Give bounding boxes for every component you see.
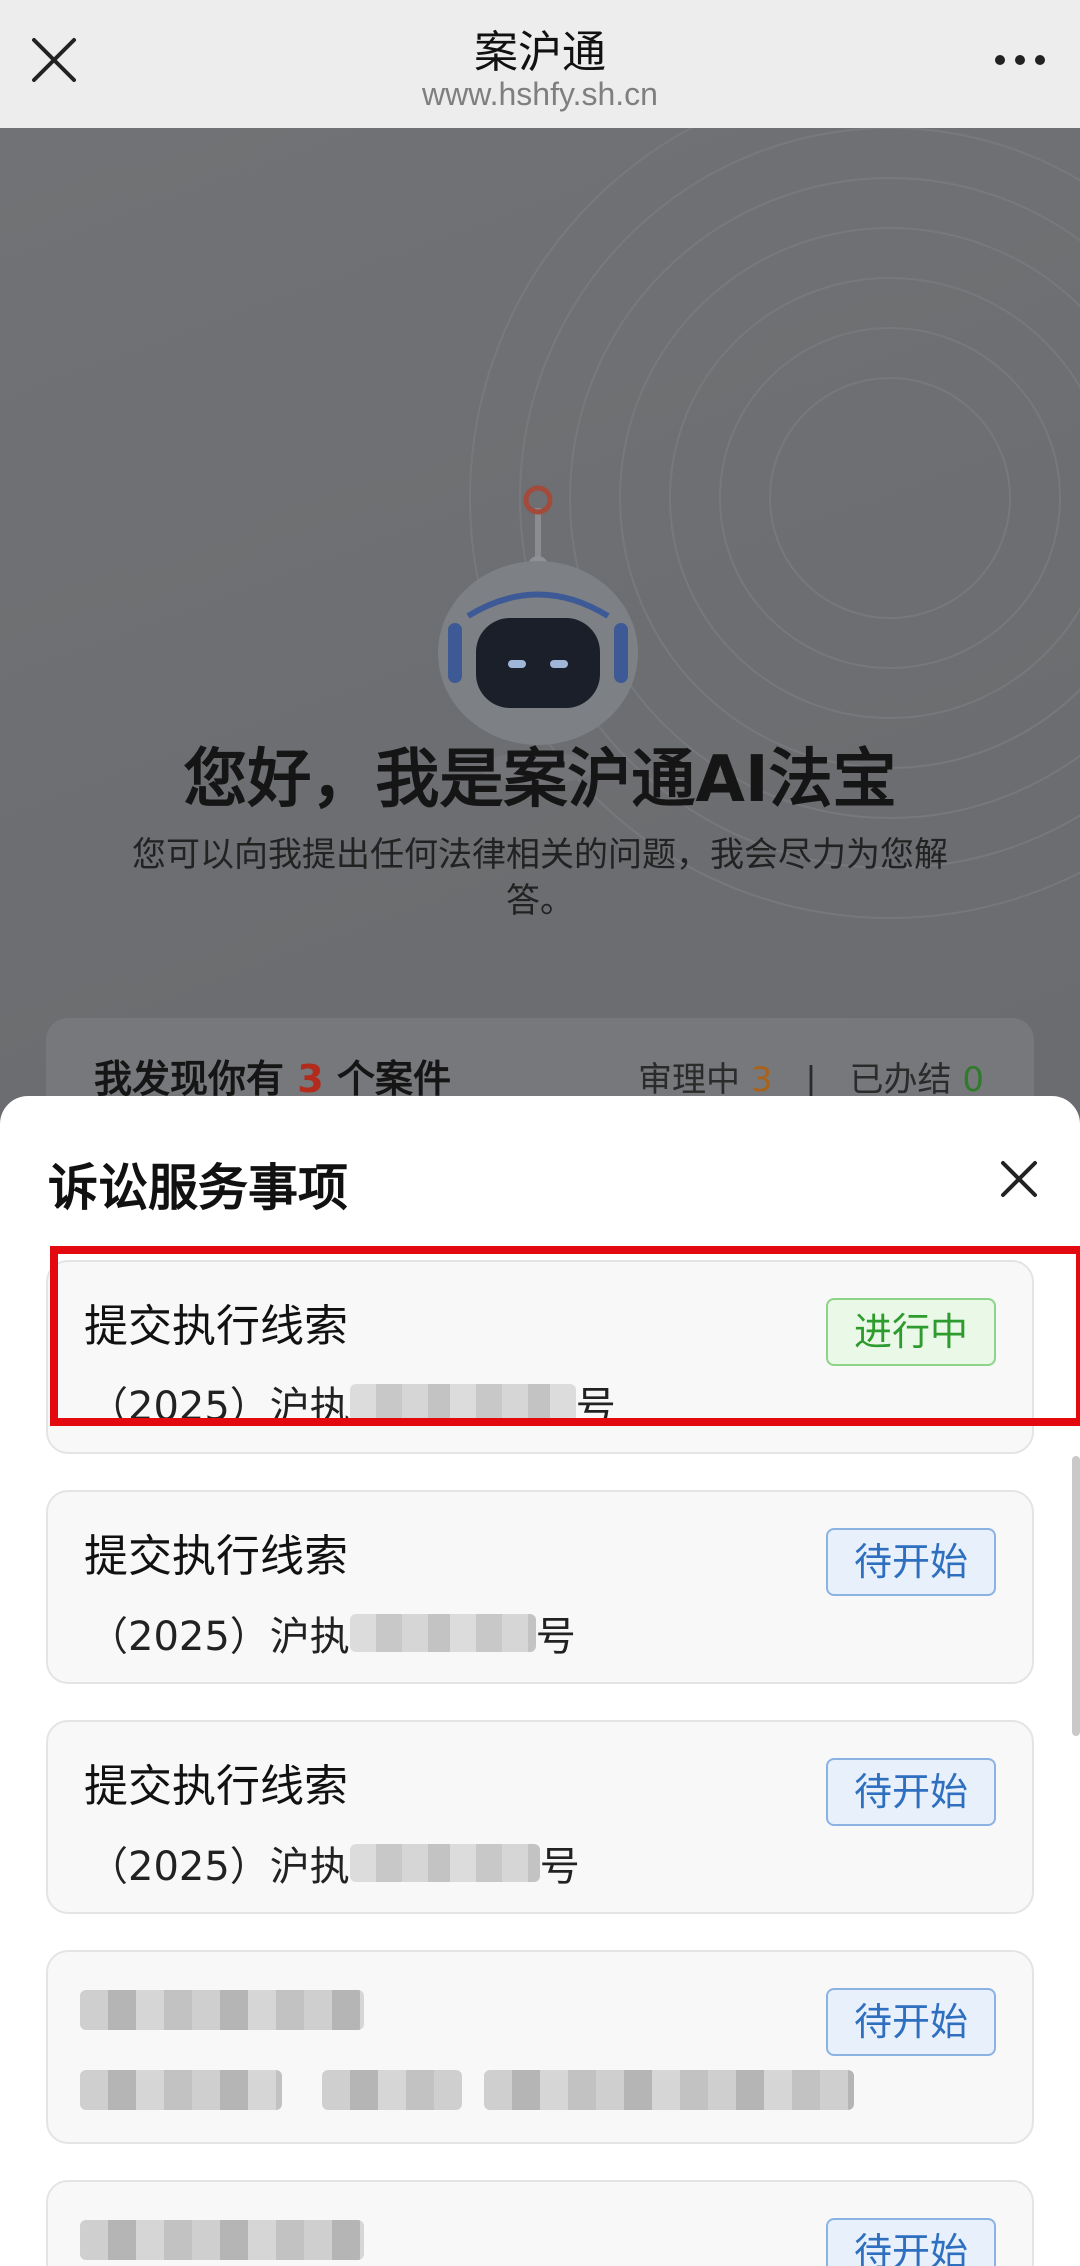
case-count-prefix: 我发现你有: [94, 1057, 285, 1101]
case-number-suffix: 号: [539, 1844, 580, 1890]
redacted-case-number: [349, 1384, 576, 1422]
redacted-service-name: [80, 1990, 364, 2030]
case-number: （2025）沪执 号: [88, 1374, 616, 1432]
service-item-card[interactable]: 待开始: [46, 1950, 1034, 2144]
case-number-prefix: （2025）沪执: [88, 1844, 350, 1890]
reviewing-label: 审理中: [638, 1060, 740, 1100]
page-url: www.hshfy.sh.cn: [422, 76, 658, 112]
redacted-case-number: [484, 2070, 854, 2110]
case-count-suffix: 个案件: [336, 1057, 451, 1101]
greeting-description: 您可以向我提出任何法律相关的问题，我会尽力为您解答。: [132, 835, 948, 921]
reviewing-count: 3: [750, 1060, 773, 1100]
service-item-name: 提交执行线索: [84, 1301, 348, 1352]
page-title: 案沪通: [474, 27, 606, 78]
case-number-suffix: 号: [535, 1614, 576, 1660]
greeting-heading: 您好，我是案沪通AI法宝: [183, 743, 897, 817]
redacted-case-number: [80, 2070, 282, 2110]
case-number: （2025）沪执 号: [88, 1834, 580, 1892]
case-number-suffix: 号: [575, 1384, 616, 1430]
service-item-name: 提交执行线索: [84, 1531, 348, 1582]
status-badge: 进行中: [826, 1298, 996, 1366]
service-item-card[interactable]: 提交执行线索 （2025）沪执 号 待开始: [46, 1490, 1034, 1684]
service-item-card[interactable]: 提交执行线索 （2025）沪执 号 进行中: [46, 1260, 1034, 1454]
service-item-card[interactable]: 待开始: [46, 2180, 1034, 2266]
redacted-service-name: [80, 2220, 364, 2260]
status-badge: 待开始: [826, 1758, 996, 1826]
sheet-title: 诉讼服务事项: [48, 1159, 348, 1217]
top-bar: 案沪通 www.hshfy.sh.cn: [0, 0, 1080, 128]
service-item-name: 提交执行线索: [84, 1761, 348, 1812]
more-icon[interactable]: [990, 48, 1050, 72]
case-count: 3: [297, 1057, 324, 1101]
redacted-case-number: [349, 1844, 540, 1882]
status-badge: 待开始: [826, 1988, 996, 2056]
status-badge: 待开始: [826, 1528, 996, 1596]
case-count-text: 我发现你有 3 个案件: [94, 1048, 451, 1103]
status-badge: 待开始: [826, 2218, 996, 2266]
case-status-summary: 审理中 3 | 已办结 0: [638, 1052, 984, 1101]
redacted-case-number: [349, 1614, 536, 1652]
close-icon[interactable]: [998, 1158, 1040, 1200]
redacted-case-number: [322, 2070, 462, 2110]
case-number: （2025）沪执 号: [88, 1604, 576, 1662]
closed-label: 已办结: [849, 1060, 952, 1100]
closed-count: 0: [962, 1060, 984, 1100]
case-number-prefix: （2025）沪执: [88, 1384, 350, 1430]
service-items-sheet: 诉讼服务事项 提交执行线索 （2025）沪执 号 进行中 提交执行线索 （202…: [0, 1096, 1080, 2266]
status-separator: |: [805, 1060, 817, 1100]
case-number-prefix: （2025）沪执: [88, 1614, 350, 1660]
scrollbar[interactable]: [1072, 1456, 1080, 1736]
service-item-card[interactable]: 提交执行线索 （2025）沪执 号 待开始: [46, 1720, 1034, 1914]
